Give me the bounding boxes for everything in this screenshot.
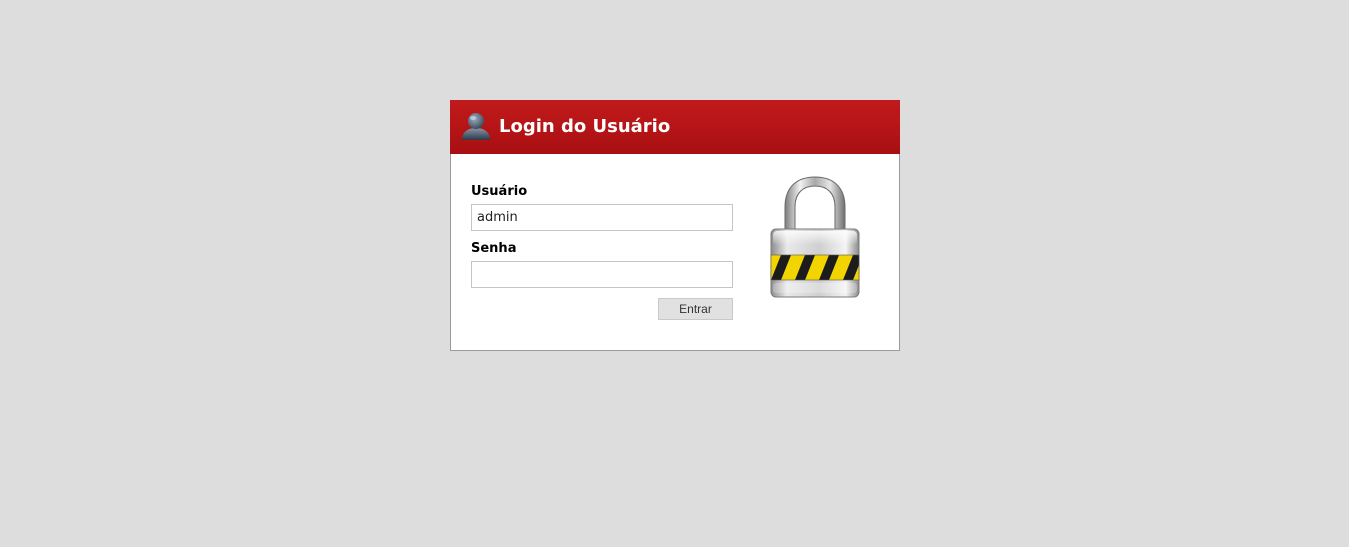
login-header: Login do Usuário: [450, 100, 900, 154]
login-panel: Login do Usuário Usuário Senha Entrar: [450, 100, 900, 351]
username-input[interactable]: [471, 204, 733, 231]
user-icon: [460, 111, 492, 141]
password-input[interactable]: [471, 261, 733, 288]
padlock-icon: [767, 173, 863, 299]
login-button[interactable]: Entrar: [658, 298, 733, 320]
username-label: Usuário: [471, 184, 528, 199]
login-title: Login do Usuário: [499, 116, 671, 137]
password-label: Senha: [471, 241, 517, 256]
